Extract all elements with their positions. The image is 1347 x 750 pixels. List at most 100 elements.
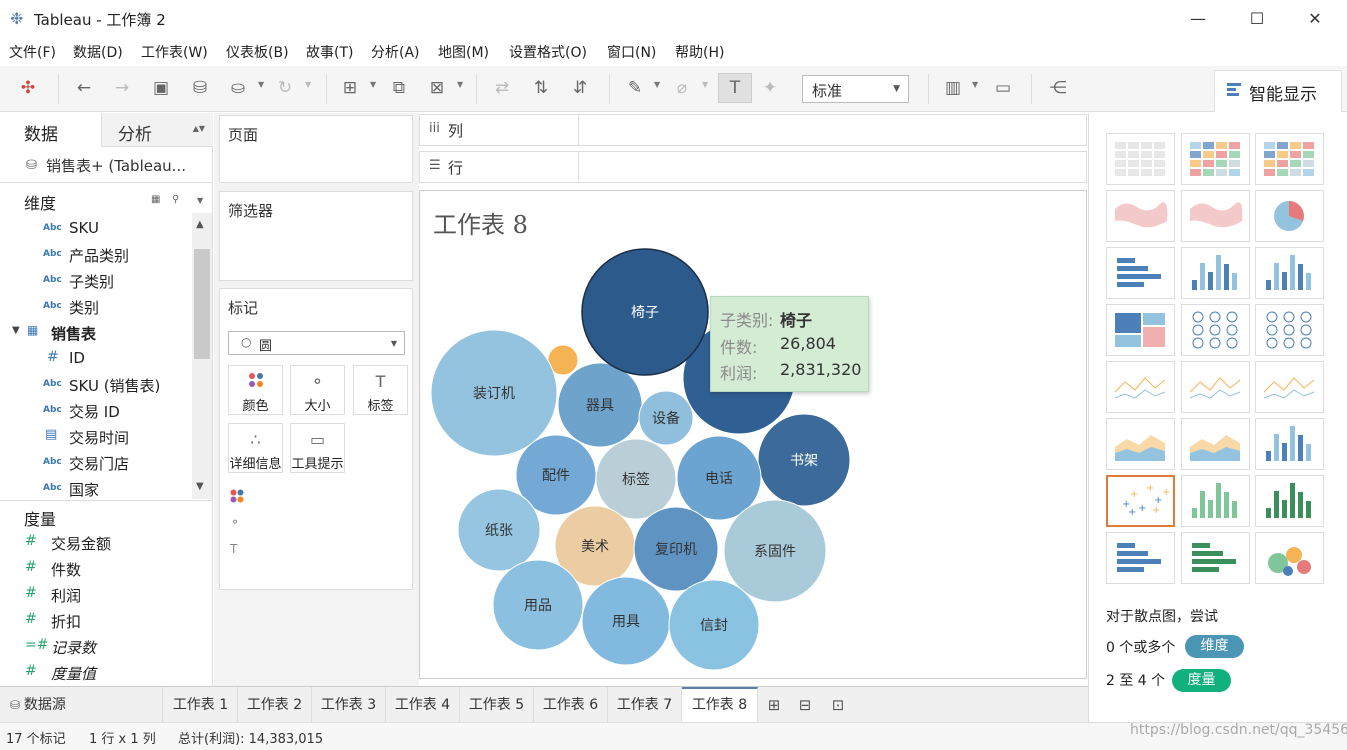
measure-quantity[interactable]: # 件数	[0, 556, 213, 582]
redo-icon[interactable]: →	[110, 76, 134, 100]
caret-down-icon[interactable]: ▼	[972, 80, 978, 89]
pages-shelf[interactable]: 页面	[219, 115, 413, 183]
size-button[interactable]: ⚬ 大小	[290, 365, 345, 415]
show-labels-icon[interactable]: T	[718, 73, 752, 103]
chart-type-bars-thumbnail[interactable]	[1255, 418, 1324, 470]
measure-discount[interactable]: # 折扣	[0, 608, 213, 634]
tab-analysis[interactable]: 分析 ▲▼	[102, 113, 213, 147]
field-sku-sales[interactable]: Abc SKU (销售表)	[0, 372, 192, 398]
chart-type-box-thumbnail[interactable]	[1255, 475, 1324, 527]
measure-profit[interactable]: # 利润	[0, 582, 213, 608]
pill-subcategory[interactable]: 子类别	[258, 539, 400, 562]
menu-map[interactable]: 地图(M)	[438, 42, 489, 62]
field-product-category[interactable]: Abc 产品类别	[0, 242, 192, 268]
highlight-icon[interactable]: ✎	[623, 76, 647, 100]
new-story-icon[interactable]: ⊡	[824, 694, 852, 716]
duplicate-icon[interactable]: ⧉	[387, 76, 411, 100]
filters-shelf[interactable]: 筛选器	[219, 191, 413, 281]
tab-sheet-1[interactable]: 工作表 1	[164, 687, 238, 723]
scroll-down-icon[interactable]: ▼	[196, 481, 204, 492]
search-icon[interactable]: ⚲	[172, 194, 179, 205]
field-store[interactable]: Abc 交易门店	[0, 450, 192, 476]
dimension-scrollbar[interactable]: ▲ ▼	[192, 213, 212, 499]
view-toggle-icon[interactable]: ▦	[151, 194, 160, 205]
chart-type-side-thumbnail[interactable]	[1255, 247, 1324, 299]
chart-type-packed-thumbnail[interactable]	[1255, 532, 1324, 584]
chart-type-gantt-thumbnail[interactable]	[1106, 532, 1175, 584]
chart-type-tree-thumbnail[interactable]	[1106, 304, 1175, 356]
menu-help[interactable]: 帮助(H)	[675, 42, 724, 62]
chart-type-hist-thumbnail[interactable]	[1181, 475, 1250, 527]
expand-caret-icon[interactable]: ▼	[12, 325, 20, 336]
tableau-home-icon[interactable]: ✣	[16, 76, 40, 100]
datasource-tab[interactable]: ⛁ 数据源	[0, 687, 163, 723]
chevron-down-icon[interactable]: ▼	[197, 196, 203, 205]
chart-type-line-thumbnail[interactable]	[1106, 361, 1175, 413]
field-subcategory[interactable]: Abc 子类别	[0, 268, 192, 294]
undo-icon[interactable]: ←	[72, 76, 96, 100]
chart-type-stack-thumbnail[interactable]	[1181, 247, 1250, 299]
field-sku[interactable]: Abc SKU	[0, 216, 192, 242]
pause-updates-icon[interactable]: ⛀	[226, 76, 250, 100]
chart-type-hbar-thumbnail[interactable]	[1106, 247, 1175, 299]
new-worksheet-icon[interactable]: ⊞	[760, 694, 788, 716]
chart-type-heat-thumbnail[interactable]	[1181, 133, 1250, 185]
refresh-icon[interactable]: ↻	[273, 76, 297, 100]
tab-sheet-2[interactable]: 工作表 2	[238, 687, 312, 723]
bubble-chart[interactable]: 装订机器具设备书架配件 标签 电话纸张美术 复印机 系固件用品用具 信封 椅子	[420, 191, 1087, 679]
maximize-button[interactable]: ☐	[1242, 6, 1272, 32]
tab-sheet-5[interactable]: 工作表 5	[460, 687, 534, 723]
menu-worksheet[interactable]: 工作表(W)	[141, 42, 208, 62]
menu-format[interactable]: 设置格式(O)	[509, 42, 587, 62]
menu-dashboard[interactable]: 仪表板(B)	[226, 42, 289, 62]
menu-file[interactable]: 文件(F)	[9, 42, 56, 62]
field-transaction-time[interactable]: ▤ 交易时间	[0, 424, 192, 450]
caret-down-icon[interactable]: ▼	[702, 80, 708, 89]
menu-data[interactable]: 数据(D)	[73, 42, 123, 62]
save-icon[interactable]: ▣	[149, 76, 173, 100]
new-dashboard-icon[interactable]: ⊟	[791, 694, 819, 716]
caret-down-icon[interactable]: ▼	[457, 80, 463, 89]
pin-icon[interactable]: ✦	[758, 76, 782, 100]
measure-transaction-amount[interactable]: # 交易金额	[0, 530, 213, 556]
columns-shelf[interactable]: iii 列	[419, 114, 1087, 146]
menu-window[interactable]: 窗口(N)	[607, 42, 656, 62]
tab-data[interactable]: 数据	[0, 113, 102, 147]
fit-select[interactable]: 标准 ▼	[802, 75, 909, 103]
scrollbar-thumb[interactable]	[194, 249, 210, 359]
caret-down-icon[interactable]: ▼	[305, 80, 311, 89]
measure-values[interactable]: # 度量值	[0, 660, 213, 686]
label-button[interactable]: T 标签	[353, 365, 408, 415]
rows-shelf[interactable]: ☰ 行	[419, 151, 1087, 183]
color-button[interactable]: 颜色	[228, 365, 283, 415]
chart-type-circ-thumbnail[interactable]	[1181, 304, 1250, 356]
show-cards-icon[interactable]: ▥	[941, 76, 965, 100]
chart-type-area-thumbnail[interactable]	[1181, 418, 1250, 470]
close-button[interactable]: ✕	[1300, 6, 1330, 32]
new-worksheet-icon[interactable]: ⊞	[338, 76, 362, 100]
minimize-button[interactable]: —	[1183, 6, 1213, 32]
tab-sheet-7[interactable]: 工作表 7	[608, 687, 682, 723]
field-transaction-id[interactable]: Abc 交易 ID	[0, 398, 192, 424]
scroll-up-icon[interactable]: ▲	[196, 219, 204, 230]
mark-type-select[interactable]: ○ 圆 ▼	[228, 331, 405, 355]
swap-rows-columns-icon[interactable]: ⇄	[490, 76, 514, 100]
show-me-button[interactable]: 智能显示	[1214, 70, 1342, 112]
new-datasource-icon[interactable]: ⛁	[188, 76, 212, 100]
tab-sheet-8[interactable]: 工作表 8	[682, 687, 758, 723]
worksheet-view[interactable]: 工作表 8 装订机 器具 设备 书架 配件 标签 电话 纸张 美术 复印机 系固件 用品 用具 信封 椅子 …	[419, 190, 1087, 679]
group-icon[interactable]: ⌀	[670, 76, 694, 100]
table-sales[interactable]: ▼ ▦ 销售表	[0, 320, 192, 346]
detail-button[interactable]: ∴ 详细信息	[228, 423, 283, 473]
datasource-item[interactable]: ⛁ 销售表+ (Tableau...	[0, 147, 213, 183]
tab-sheet-6[interactable]: 工作表 6	[534, 687, 608, 723]
chart-type-hl-thumbnail[interactable]	[1255, 133, 1324, 185]
chart-type-line-thumbnail[interactable]	[1255, 361, 1324, 413]
chart-type-map-thumbnail[interactable]	[1181, 190, 1250, 242]
sort-ascending-icon[interactable]: ⇅	[529, 76, 553, 100]
caret-down-icon[interactable]: ▼	[654, 80, 660, 89]
share-icon[interactable]: ⋲	[1046, 76, 1070, 100]
chart-type-circ-thumbnail[interactable]	[1255, 304, 1324, 356]
field-country[interactable]: Abc 国家	[0, 476, 192, 499]
pill-sum-profit[interactable]: 总计(利润)	[258, 485, 400, 508]
